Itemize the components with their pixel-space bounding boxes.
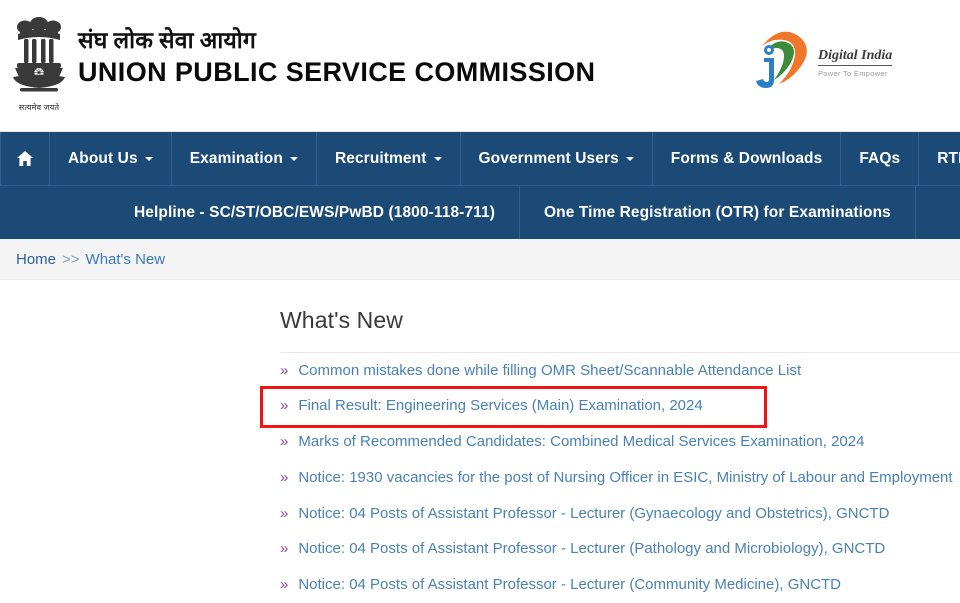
main-content: What's New » Common mistakes done while f… xyxy=(0,280,960,565)
bullet-icon: » xyxy=(280,362,288,381)
breadcrumb: Home >> What's New xyxy=(0,239,960,280)
nav-item-label: One Time Registration (OTR) for Examinat… xyxy=(544,204,891,222)
breadcrumb-separator: >> xyxy=(62,251,80,268)
nav-secondary-row: Helpline - SC/ST/OBC/EWS/PwBD (1800-118-… xyxy=(0,186,960,239)
list-item[interactable]: » Notice: 04 Posts of Assistant Professor… xyxy=(280,568,960,603)
chevron-down-icon xyxy=(626,157,634,161)
site-header: सत्यमेव जयते संघ लोक सेवा आयोग UNION PUB… xyxy=(0,0,960,132)
bullet-icon: » xyxy=(280,433,288,452)
digital-india-name: Digital India xyxy=(818,49,892,66)
chevron-down-icon xyxy=(434,157,442,161)
nav-item-label: About Us xyxy=(68,150,138,168)
nav-primary-row: About Us Examination Recruitment Governm… xyxy=(0,132,960,186)
site-title-english: UNION PUBLIC SERVICE COMMISSION xyxy=(78,58,595,86)
list-item[interactable]: » Notice: 1930 vacancies for the post of … xyxy=(280,460,960,496)
national-emblem-icon: सत्यमेव जयते xyxy=(6,14,72,118)
breadcrumb-current-page: What's New xyxy=(86,251,166,268)
nav-item-about-us[interactable]: About Us xyxy=(50,132,172,185)
site-title-block: संघ लोक सेवा आयोग UNION PUBLIC SERVICE C… xyxy=(78,28,595,87)
chevron-down-icon xyxy=(290,157,298,161)
whats-new-panel: What's New » Common mistakes done while f… xyxy=(280,307,960,603)
site-title-hindi: संघ लोक सेवा आयोग xyxy=(78,28,595,53)
nav-item-label: Examination xyxy=(190,150,283,168)
emblem-motto: सत्यमेव जयते xyxy=(6,102,72,113)
bullet-icon: » xyxy=(280,505,288,524)
list-item-highlighted[interactable]: » Final Result: Engineering Services (Mai… xyxy=(263,389,764,425)
digital-india-tagline: Power To Empower xyxy=(818,69,898,78)
news-link[interactable]: Notice: 1930 vacancies for the post of N… xyxy=(298,469,952,488)
nav-item-label: Recruitment xyxy=(335,150,427,168)
nav-item-one-time-registration[interactable]: One Time Registration (OTR) for Examinat… xyxy=(520,186,916,239)
nav-item-forms-and-downloads[interactable]: Forms & Downloads xyxy=(653,132,842,185)
news-link[interactable]: Notice: 04 Posts of Assistant Professor … xyxy=(298,540,885,559)
whats-new-list: » Common mistakes done while filling OMR … xyxy=(280,353,960,603)
nav-item-label: Forms & Downloads xyxy=(671,150,823,168)
nav-item-government-users[interactable]: Government Users xyxy=(461,132,653,185)
news-link[interactable]: Common mistakes done while filling OMR S… xyxy=(298,362,801,381)
breadcrumb-link-home[interactable]: Home xyxy=(16,251,56,268)
nav-item-label: Helpline - SC/ST/OBC/EWS/PwBD (1800-118-… xyxy=(134,204,495,222)
nav-item-helpline[interactable]: Helpline - SC/ST/OBC/EWS/PwBD (1800-118-… xyxy=(110,186,520,239)
list-item[interactable]: » Notice: 04 Posts of Assistant Professor… xyxy=(280,496,960,532)
nav-item-rti[interactable]: RTI xyxy=(919,132,960,185)
list-item[interactable]: » Marks of Recommended Candidates: Combin… xyxy=(280,425,960,461)
bullet-icon: » xyxy=(280,540,288,559)
bullet-icon: » xyxy=(280,576,288,595)
digital-india-logo: Digital India Power To Empower xyxy=(746,24,896,96)
nav-item-recruitment[interactable]: Recruitment xyxy=(317,132,461,185)
nav-item-label: RTI xyxy=(937,150,960,168)
bullet-icon: » xyxy=(280,469,288,488)
nav-item-label: Government Users xyxy=(479,150,619,168)
news-link[interactable]: Final Result: Engineering Services (Main… xyxy=(298,397,702,416)
nav-secondary-spacer xyxy=(0,186,110,239)
nav-item-faqs[interactable]: FAQs xyxy=(841,132,919,185)
news-link[interactable]: Notice: 04 Posts of Assistant Professor … xyxy=(298,576,841,595)
chevron-down-icon xyxy=(145,157,153,161)
home-icon xyxy=(17,151,33,166)
list-item[interactable]: » Common mistakes done while filling OMR … xyxy=(280,353,960,389)
nav-item-home[interactable] xyxy=(0,132,50,185)
main-navigation: About Us Examination Recruitment Governm… xyxy=(0,132,960,239)
page-title: What's New xyxy=(280,307,960,334)
nav-item-examination[interactable]: Examination xyxy=(172,132,317,185)
nav-item-label: FAQs xyxy=(859,150,900,168)
news-link[interactable]: Marks of Recommended Candidates: Combine… xyxy=(298,433,864,452)
list-item[interactable]: » Notice: 04 Posts of Assistant Professor… xyxy=(280,532,960,568)
bullet-icon: » xyxy=(280,397,288,416)
news-link[interactable]: Notice: 04 Posts of Assistant Professor … xyxy=(298,505,889,524)
